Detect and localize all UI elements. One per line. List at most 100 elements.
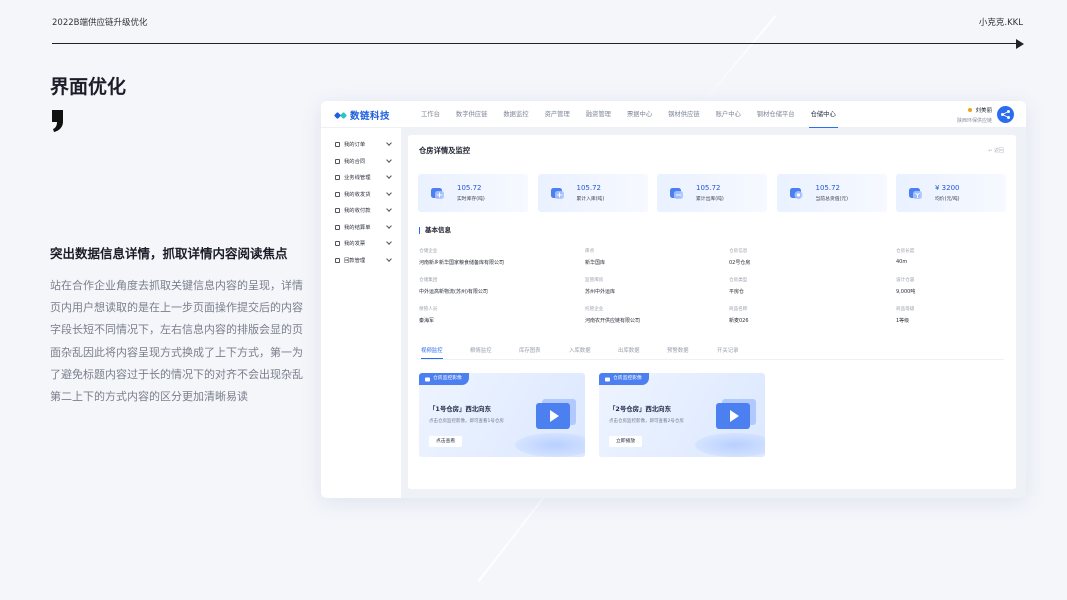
share-icon: [1001, 110, 1010, 119]
nav-item-account-center[interactable]: 账户中心: [708, 101, 749, 128]
view-button[interactable]: 点击查看: [429, 436, 463, 447]
nav-item-financing[interactable]: 融资管理: [578, 101, 619, 128]
nav-item-workbench[interactable]: 工作台: [413, 101, 448, 128]
sidebar-item-label: 我的发票: [344, 241, 366, 247]
field-product-name: 商品名称 新麦026: [729, 306, 879, 324]
avatar[interactable]: [997, 106, 1014, 123]
header-divider-line: [52, 43, 1017, 44]
tab-outbound-data[interactable]: 出库数据: [618, 346, 640, 356]
sidebar-item-invoices[interactable]: 我的发票: [335, 238, 392, 248]
video-card-warehouse-1[interactable]: 仓房监控影像 「1号仓房」西北向东 点击仓房监控影像，即可查看1号仓房 点击查看: [419, 373, 585, 457]
field-value: 平房仓: [729, 289, 745, 295]
tab-switch-records[interactable]: 开关记录: [717, 346, 739, 356]
tab-alert-data[interactable]: 预警数据: [667, 346, 689, 356]
field-storage-group: 仓储集团中外运高新物流(苏州)有限公司: [419, 277, 569, 295]
price-icon: [909, 188, 922, 199]
chevron-down-icon: [386, 256, 392, 262]
video-play-icon: [536, 399, 576, 429]
card-glow: [515, 433, 585, 457]
field-label: 保管人员: [419, 307, 438, 312]
stat-card-average-price: ¥ 3200 均价(元/吨): [896, 174, 1006, 212]
field-value: 中外运高新物流(苏州)有限公司: [419, 289, 488, 295]
field-design-capacity: 设计仓容 9,000吨: [896, 277, 1006, 295]
stat-value: ¥ 3200: [935, 184, 960, 192]
stat-label: 累计出库(吨): [696, 197, 724, 202]
field-label: 监管库房: [585, 278, 604, 283]
chevron-down-icon: [386, 190, 392, 196]
contract-icon: [335, 158, 340, 164]
back-label: 返回: [993, 148, 1004, 154]
paragraph-line: 页内用户想读取的是在上一步页面操作提交后的内容: [50, 301, 303, 315]
tab-grain-monitoring[interactable]: 粮情监控: [470, 346, 492, 356]
field-value: 40m: [896, 259, 908, 265]
nav-item-digital-supply-chain[interactable]: 数字供应链: [448, 101, 495, 128]
tab-inventory-chart[interactable]: 库存图表: [519, 346, 541, 356]
slide-title: 界面优化: [50, 76, 127, 98]
field-label: 设计仓容: [896, 278, 915, 283]
stat-value: 105.72: [815, 184, 841, 192]
field-value: 河南农开供应链有限公司: [585, 318, 641, 324]
sidebar-item-label: 我的收付款: [344, 208, 371, 214]
detail-panel: 仓房详情及监控 ↩ 返回 105.72 实时库存(吨) 105.72 累计入库(…: [408, 135, 1016, 489]
field-warehouse-type: 仓房类型 平房仓: [729, 277, 879, 295]
stat-card-realtime-stock: 105.72 实时库存(吨): [418, 174, 528, 212]
card-badge: 仓房监控影像: [419, 373, 469, 385]
basic-info-heading: 基本信息: [419, 227, 451, 234]
paragraph-line: 站在合作企业角度去抓取关键信息内容的呈现，详情: [50, 279, 303, 292]
nav-item-steel-storage[interactable]: 钢材仓储平台: [749, 101, 803, 128]
logo-text: 数链科技: [350, 111, 391, 122]
card-badge: 仓房监控影像: [599, 373, 649, 385]
camera-icon: [605, 377, 610, 381]
sidebar-item-label: 我的合同: [344, 159, 366, 165]
sidebar-item-collections[interactable]: 回款管理: [335, 255, 392, 265]
sidebar-item-contracts[interactable]: 我的合同: [335, 156, 392, 166]
shipment-icon: [335, 191, 340, 197]
tab-inbound-data[interactable]: 入库数据: [569, 346, 591, 356]
business-icon: [335, 174, 340, 180]
play-button[interactable]: 立即播放: [609, 436, 643, 447]
stat-card-total-value: 105.72 当前总货值(元): [776, 174, 887, 212]
stat-label: 累计入库(吨): [576, 197, 605, 202]
stat-label: 当前总货值(元): [815, 197, 849, 202]
back-button[interactable]: ↩ 返回: [988, 147, 1004, 154]
video-play-icon: [716, 399, 756, 429]
tab-video-monitoring[interactable]: 视频监控: [421, 346, 443, 360]
quote-mark-icon: [52, 110, 63, 132]
sidebar-item-settlements[interactable]: 我的结算单: [335, 222, 392, 232]
sidebar-item-business-lines[interactable]: 业务线管理: [335, 172, 392, 182]
slide-project-name: 2022B端供应链升级优化: [52, 18, 148, 28]
nav-item-steel-supply-chain[interactable]: 钢材供应链: [660, 101, 707, 128]
card-glow: [695, 433, 765, 457]
inbound-icon: [550, 188, 564, 199]
field-custodian: 保管人员 秦海军: [419, 306, 569, 324]
payment-icon: [335, 207, 340, 213]
field-storage-company: 仓储企业 河南新乡新华国家粮食储备库有限公司: [419, 248, 569, 266]
chevron-down-icon: [386, 173, 392, 179]
collection-icon: [335, 257, 340, 263]
user-company: 陕西环保供应链: [956, 118, 992, 124]
value-icon: [789, 188, 802, 199]
field-label: 仓房类型: [729, 278, 748, 283]
field-label: 仓储集团: [419, 278, 438, 283]
field-label: 仓房长度: [896, 249, 915, 254]
nav-item-bill-center[interactable]: 票据中心: [619, 101, 660, 128]
sidebar-item-payments[interactable]: 我的收付款: [335, 205, 392, 215]
sidebar-item-orders[interactable]: 我的订单: [335, 139, 392, 149]
video-card-warehouse-2[interactable]: 仓房监控影像 「2号仓房」西北向东 点击仓房监控影像，即可查看2号仓房 立即播放: [599, 373, 765, 457]
sidebar-item-label: 业务线管理: [344, 175, 371, 181]
sidebar-item-shipments[interactable]: 我的收发货: [335, 189, 392, 199]
monitor-tabs: 视频监控 粮情监控 库存图表 入库数据 出库数据 预警数据 开关记录: [419, 346, 1004, 360]
nav-item-data-monitoring[interactable]: 数据监控: [495, 101, 536, 128]
paragraph-line: 了避免标题内容过于长的情况下的对齐不会出现杂乱: [50, 367, 303, 381]
app-logo[interactable]: 数链科技: [333, 107, 391, 123]
field-label: 仓房信息: [729, 249, 748, 254]
camera-icon: [425, 377, 430, 381]
field-supervised-warehouse: 监管库房苏州中外运库: [585, 277, 735, 295]
nav-item-warehouse-center[interactable]: 仓储中心: [803, 101, 844, 128]
field-value: 新华国库: [585, 260, 606, 266]
chevron-down-icon: [386, 140, 392, 146]
field-value: 苏州中外运库: [585, 289, 616, 295]
paragraph-line: 字段长短不同情况下，左右信息内容的排版会显的页: [50, 323, 303, 337]
nav-item-asset-management[interactable]: 资产管理: [537, 101, 578, 128]
user-info[interactable]: 刘美丽 陕西环保供应链: [957, 106, 992, 124]
